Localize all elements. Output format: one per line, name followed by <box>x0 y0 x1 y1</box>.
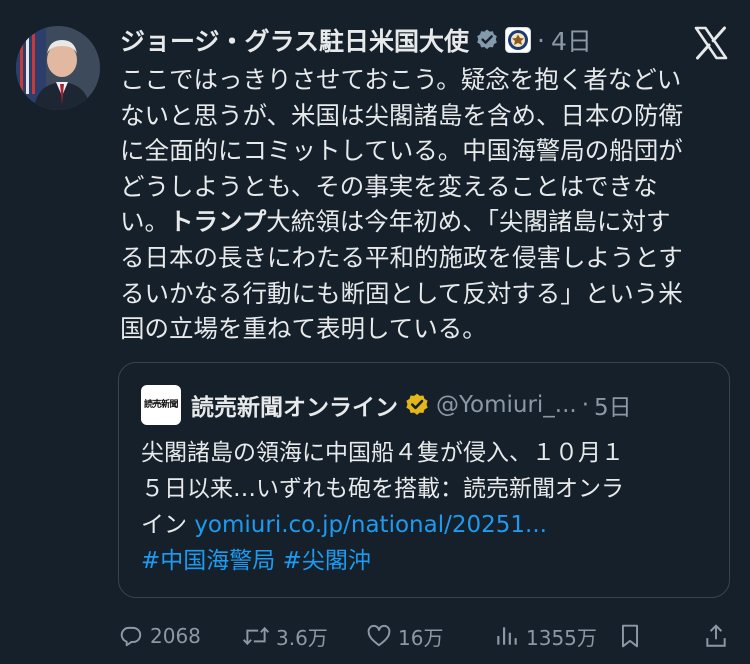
tweet-time[interactable]: 4日 <box>551 22 592 58</box>
reply-count: 2068 <box>150 624 201 648</box>
quoted-text-line-3-prefix: イン <box>141 512 195 538</box>
tweet-line-3: に全面的にコミットしている。中国海警局の船団が <box>120 133 732 169</box>
tweet-text-segment: る日本の長きにわたる平和的施政を侵害しようとす <box>120 242 683 272</box>
share-icon <box>704 623 728 649</box>
x-logo-icon[interactable] <box>693 26 729 60</box>
quoted-separator-dot: · <box>581 392 590 418</box>
gold-verified-badge-icon <box>404 392 430 418</box>
tweet-text-segment: 国の立場を重ねて表明している。 <box>120 314 487 344</box>
like-count: 16万 <box>398 625 444 650</box>
tweet-bold-text: トランプ <box>169 207 267 237</box>
quoted-text-line-2: ５日以来…いずれも砲を搭載：読売新聞オンラ <box>141 476 624 502</box>
views-button[interactable]: 1355万 <box>494 618 597 654</box>
quoted-tweet-header: 読売新聞 読売新聞オンライン @Yomiuri_... · 5日 <box>141 385 632 425</box>
tweet-line-4: どうしようとも、その事実を変えることはできな <box>120 169 732 205</box>
quoted-text-line-1: 尖閣諸島の領海に中国船４隻が侵入、１０月１ <box>141 440 624 466</box>
tweet-line-5: い。トランプ大統領は今年初め、「尖閣諸島に対す <box>120 204 732 240</box>
tweet-text-segment: ここではっきりさせておこう。疑念を抱く者などい <box>120 65 682 94</box>
repost-icon <box>242 623 270 649</box>
tweet-text-segment: るいかなる行動にも断固として反対する」という米 <box>120 278 683 308</box>
heart-icon <box>366 623 392 649</box>
tweet-text-segment: 大統領は今年初め、「尖閣諸島に対す <box>266 207 671 237</box>
tweet-line-2: ないと思うが、米国は尖閣諸島を含め、日本の防衛 <box>120 98 732 134</box>
quoted-account-avatar[interactable]: 読売新聞 <box>141 385 181 425</box>
tweet-line-1: ここではっきりさせておこう。疑念を抱く者などい <box>120 62 732 98</box>
tweet-action-bar: 2068 3.6万 16万 1355万 <box>0 618 750 654</box>
bookmark-icon <box>618 623 642 649</box>
quoted-tweet-time[interactable]: 5日 <box>594 388 632 422</box>
quoted-account-name[interactable]: 読売新聞オンライン <box>191 388 398 422</box>
repost-button[interactable]: 3.6万 <box>242 618 328 654</box>
tweet-line-7: るいかなる行動にも断固として反対する」という米 <box>120 276 732 312</box>
avatar[interactable] <box>16 26 100 110</box>
quoted-text-line-3: イン yomiuri.co.jp/national/20251... <box>141 507 715 543</box>
tweet-line-8: 国の立場を重ねて表明している。 <box>120 311 732 347</box>
tweet-text-segment: い。 <box>120 207 169 237</box>
avatar-portrait <box>16 26 100 110</box>
views-icon <box>494 623 520 649</box>
author-name[interactable]: ジョージ・グラス駐日米国大使 <box>120 22 469 58</box>
like-button[interactable]: 16万 <box>366 618 443 654</box>
tweet: ジョージ・グラス駐日米国大使 · 4日 ここではっきりさせておこう。疑念を抱く者… <box>0 0 750 664</box>
quoted-hashtags[interactable]: #中国海警局 #尖閣沖 <box>141 543 715 579</box>
tweet-text-segment: ないと思うが、米国は尖閣諸島を含め、日本の防衛 <box>120 100 684 130</box>
yomiuri-logo-text: 読売新聞 <box>143 399 179 410</box>
reply-icon <box>118 623 144 649</box>
share-button[interactable] <box>704 618 728 654</box>
tweet-line-6: る日本の長きにわたる平和的施政を侵害しようとす <box>120 240 732 276</box>
reply-button[interactable]: 2068 <box>118 618 201 654</box>
quoted-account-handle[interactable]: @Yomiuri_... <box>436 392 577 418</box>
quoted-tweet-card[interactable]: 読売新聞 読売新聞オンライン @Yomiuri_... · 5日 尖閣諸島の領海… <box>118 362 730 598</box>
quoted-tweet-text: 尖閣諸島の領海に中国船４隻が侵入、１０月１ ５日以来…いずれも砲を搭載：読売新聞… <box>141 435 715 579</box>
view-count: 1355万 <box>526 625 597 650</box>
bookmark-button[interactable] <box>618 618 642 654</box>
tweet-text-segment: どうしようとも、その事実を変えることはできな <box>120 171 658 201</box>
tweet-text-segment: に全面的にコミットしている。中国海警局の船団が <box>120 136 683 166</box>
repost-count: 3.6万 <box>276 625 328 650</box>
us-embassy-seal-icon[interactable] <box>505 27 532 53</box>
tweet-body-text: ここではっきりさせておこう。疑念を抱く者などい ないと思うが、米国は尖閣諸島を含め… <box>120 62 732 347</box>
verified-badge-icon <box>475 28 499 52</box>
separator-dot: · <box>537 25 545 55</box>
tweet-header: ジョージ・グラス駐日米国大使 · 4日 <box>120 22 592 58</box>
quoted-article-link[interactable]: yomiuri.co.jp/national/20251... <box>194 512 547 538</box>
